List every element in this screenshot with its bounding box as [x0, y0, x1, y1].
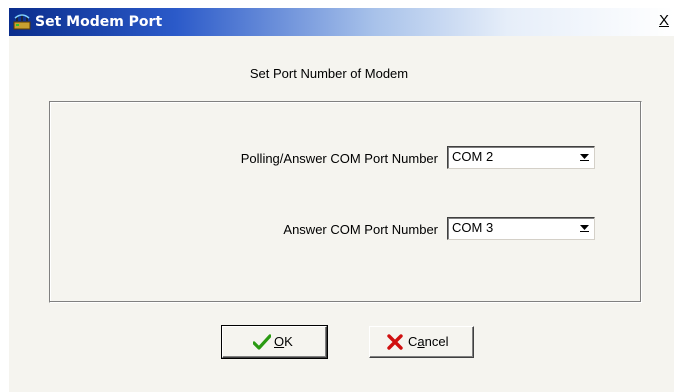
dialog-heading: Set Port Number of Modem [249, 66, 409, 81]
dialog-window: Set Modem Port X Set Port Number of Mode… [9, 8, 674, 392]
chevron-down-icon[interactable] [576, 219, 593, 238]
polling-answer-port-value: COM 2 [452, 149, 494, 164]
check-icon [252, 334, 272, 353]
cancel-label: Cancel [408, 334, 449, 349]
close-button[interactable]: X [656, 12, 672, 30]
modem-icon [13, 13, 31, 31]
ok-button[interactable]: OK [221, 325, 328, 359]
window-title: Set Modem Port [35, 14, 163, 30]
ok-label: OK [274, 334, 293, 349]
title-bar[interactable]: Set Modem Port X [9, 8, 674, 36]
port-settings-group: Polling/Answer COM Port Number COM 2 Ans… [49, 101, 642, 303]
polling-answer-port-select[interactable]: COM 2 [447, 146, 595, 169]
answer-port-select[interactable]: COM 3 [447, 217, 595, 240]
answer-port-value: COM 3 [452, 220, 494, 235]
polling-answer-port-label: Polling/Answer COM Port Number [240, 151, 438, 166]
answer-port-label: Answer COM Port Number [283, 222, 438, 237]
x-icon [387, 334, 403, 353]
cancel-button[interactable]: Cancel [369, 326, 474, 358]
chevron-down-icon[interactable] [576, 148, 593, 167]
